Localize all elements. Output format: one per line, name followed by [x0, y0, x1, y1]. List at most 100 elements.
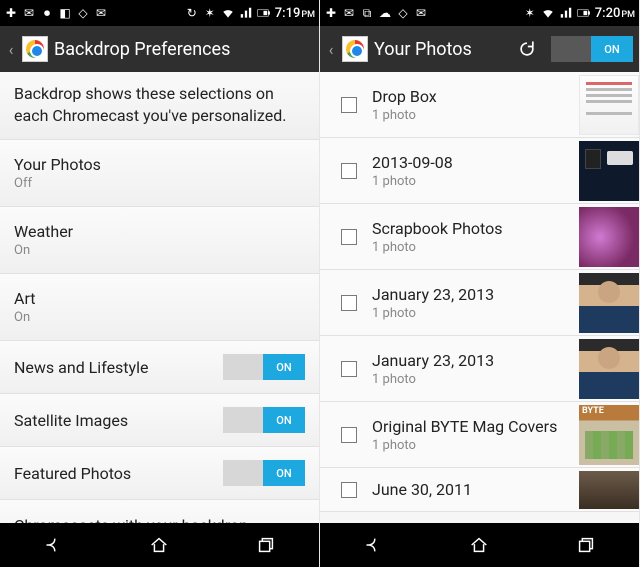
toggle-switch[interactable]: ON — [223, 354, 305, 380]
pref-news-lifestyle[interactable]: News and Lifestyle ON — [0, 341, 319, 394]
clip-icon: ◇ — [396, 6, 410, 20]
album-row[interactable]: January 23, 2013 1 photo — [320, 270, 639, 336]
mailopen-icon: ✉ — [94, 6, 108, 20]
sync-icon: ↻ — [185, 6, 199, 20]
album-title: January 23, 2013 — [372, 285, 579, 304]
album-sub: 1 photo — [372, 240, 579, 255]
album-title: January 23, 2013 — [372, 351, 579, 370]
page-title: Backdrop Preferences — [54, 39, 313, 60]
vibrate-icon: ✶ — [523, 6, 537, 20]
mailopen-icon: ✉ — [414, 6, 428, 20]
nav-recent-button[interactable] — [236, 530, 296, 560]
pref-label: Art — [14, 289, 305, 308]
pref-sub: On — [14, 310, 305, 325]
nav-home-button[interactable] — [449, 530, 509, 560]
clock-time: 7:19PM — [275, 6, 315, 21]
mail-icon: ✉ — [342, 6, 356, 20]
pref-featured-photos[interactable]: Featured Photos ON — [0, 447, 319, 500]
album-sub: 1 photo — [372, 174, 579, 189]
checkbox[interactable] — [341, 482, 357, 498]
back-button[interactable]: ‹ — [326, 26, 336, 72]
album-row[interactable]: January 23, 2013 1 photo — [320, 336, 639, 402]
battery-icon — [257, 6, 271, 20]
signal-icon — [559, 6, 573, 20]
checkbox[interactable] — [341, 295, 357, 311]
album-row[interactable]: 2013-09-08 1 photo — [320, 138, 639, 204]
content-area: Drop Box 1 photo 2013-09-08 1 photo Scra… — [320, 72, 639, 523]
album-title: Original BYTE Mag Covers — [372, 417, 579, 436]
battery-icon — [577, 6, 591, 20]
page-title: Your Photos — [374, 39, 503, 60]
back-button[interactable]: ‹ — [6, 26, 16, 72]
pref-weather[interactable]: Weather On — [0, 207, 319, 274]
action-bar: ‹ Backdrop Preferences — [0, 26, 319, 72]
clip-icon: ◇ — [76, 6, 90, 20]
pref-label: Satellite Images — [14, 411, 223, 430]
content-area: Backdrop shows these selections on each … — [0, 72, 319, 523]
mail-icon: ✉ — [22, 6, 36, 20]
checkbox[interactable] — [341, 361, 357, 377]
nav-back-button[interactable] — [343, 530, 403, 560]
checkbox[interactable] — [341, 229, 357, 245]
pref-sub: Off — [14, 176, 305, 191]
album-title: Drop Box — [372, 87, 579, 106]
pref-label: Your Photos — [14, 155, 305, 174]
pref-label: Weather — [14, 222, 305, 241]
action-bar: ‹ Your Photos ON — [320, 26, 639, 72]
pref-chromecasts-backdrop[interactable]: Chromecasts with your backdrop — [0, 500, 319, 523]
album-row[interactable]: Drop Box 1 photo — [320, 72, 639, 138]
bookmark-icon: ◧ — [58, 6, 72, 20]
toggle-switch[interactable]: ON — [223, 460, 305, 486]
album-sub: 1 photo — [372, 372, 579, 387]
vibrate-icon: ✶ — [203, 6, 217, 20]
album-thumb — [579, 405, 639, 465]
chrome-logo-icon — [22, 36, 48, 62]
album-sub: 1 photo — [372, 108, 579, 123]
toggle-switch[interactable]: ON — [223, 407, 305, 433]
dev-icon: ⧉ — [360, 6, 374, 20]
phone-right: ✚ ✉ ⧉ ☁ ◇ ✉ ✶ 7:20PM ‹ Your Photos — [320, 0, 640, 567]
checkbox[interactable] — [341, 97, 357, 113]
pref-label: News and Lifestyle — [14, 358, 223, 377]
checkbox[interactable] — [341, 163, 357, 179]
master-toggle[interactable]: ON — [551, 36, 633, 62]
album-row[interactable]: Original BYTE Mag Covers 1 photo — [320, 402, 639, 468]
cloud-icon: ☁ — [378, 6, 392, 20]
album-sub: 1 photo — [372, 438, 579, 453]
plus-icon: ✚ — [324, 6, 338, 20]
signal-icon — [239, 6, 253, 20]
nav-home-button[interactable] — [129, 530, 189, 560]
album-thumb — [579, 273, 639, 333]
checkbox[interactable] — [341, 427, 357, 443]
status-bar: ✚ ✉ ⧉ ☁ ◇ ✉ ✶ 7:20PM — [320, 0, 639, 26]
album-thumb — [579, 141, 639, 201]
pref-label: Chromecasts with your backdrop — [14, 516, 305, 523]
album-title: 2013-09-08 — [372, 153, 579, 172]
status-bar: ✚ ✉ ⏺ ◧ ◇ ✉ ↻ ✶ 7:19PM — [0, 0, 319, 26]
plus-icon: ✚ — [4, 6, 18, 20]
album-thumb — [579, 339, 639, 399]
album-row[interactable]: Scrapbook Photos 1 photo — [320, 204, 639, 270]
refresh-button[interactable] — [509, 31, 545, 67]
nav-recent-button[interactable] — [556, 530, 616, 560]
wifi-icon — [221, 6, 235, 20]
pref-your-photos[interactable]: Your Photos Off — [0, 140, 319, 207]
voicemail-icon: ⏺ — [40, 6, 54, 20]
album-title: June 30, 2011 — [372, 480, 579, 499]
nav-back-button[interactable] — [23, 530, 83, 560]
chrome-logo-icon — [342, 36, 368, 62]
description-text: Backdrop shows these selections on each … — [0, 72, 319, 140]
album-thumb — [579, 75, 639, 135]
pref-satellite-images[interactable]: Satellite Images ON — [0, 394, 319, 447]
album-sub: 1 photo — [372, 306, 579, 321]
album-row[interactable]: June 30, 2011 — [320, 468, 639, 512]
album-thumb — [579, 207, 639, 267]
nav-bar — [0, 523, 319, 567]
album-thumb — [579, 471, 639, 509]
wifi-icon — [541, 6, 555, 20]
phone-left: ✚ ✉ ⏺ ◧ ◇ ✉ ↻ ✶ 7:19PM ‹ Backdrop Prefer… — [0, 0, 320, 567]
nav-bar — [320, 523, 639, 567]
pref-art[interactable]: Art On — [0, 274, 319, 341]
album-title: Scrapbook Photos — [372, 219, 579, 238]
pref-sub: On — [14, 243, 305, 258]
